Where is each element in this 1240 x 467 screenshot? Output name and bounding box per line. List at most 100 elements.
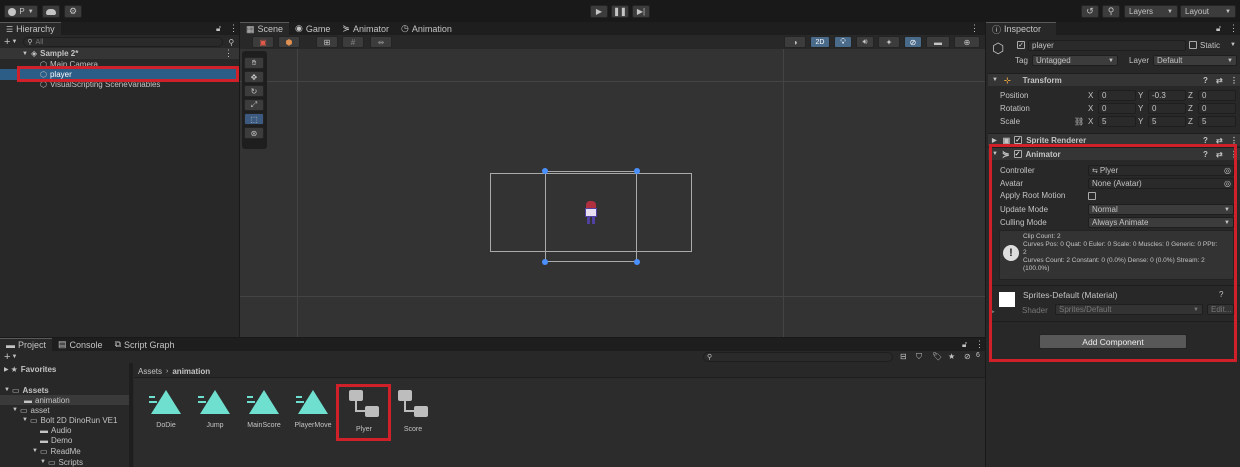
link-icon[interactable]: ⛓︎ xyxy=(1074,117,1088,126)
active-checkbox[interactable]: ✓ xyxy=(1017,41,1025,49)
search-button[interactable]: ⚲ xyxy=(1102,5,1120,18)
position-z-field[interactable]: 0 xyxy=(1198,90,1236,101)
gizmos-button[interactable]: ⊕ xyxy=(954,36,980,48)
lighting-button[interactable]: 💡︎ xyxy=(834,36,852,48)
move-tool-button[interactable]: ✥ xyxy=(244,71,264,83)
grid-snap-button[interactable]: ⊞ xyxy=(316,36,338,48)
more-options-icon[interactable]: ⋮ xyxy=(224,48,233,59)
pause-button[interactable]: ❚❚ xyxy=(611,5,629,18)
lock-icon[interactable]: 🔓︎ xyxy=(1216,24,1221,34)
project-search-input[interactable]: ⚲ xyxy=(703,352,893,362)
more-options-icon[interactable]: ⋮ xyxy=(229,23,238,34)
transform-header[interactable]: ▼ ⊹ Transform ? ⇄ ⋮ xyxy=(988,73,1240,86)
audio-button[interactable]: 🔊︎ xyxy=(856,36,874,48)
eye-slash-icon[interactable]: ⊘ xyxy=(964,352,971,361)
rotation-z-field[interactable]: 0 xyxy=(1198,103,1236,114)
rotate-tool-button[interactable]: ↻ xyxy=(244,85,264,97)
collab-button[interactable]: ⚙ xyxy=(64,5,82,18)
sprite-renderer-checkbox[interactable]: ✓ xyxy=(1014,136,1023,144)
more-options-icon[interactable]: ⋮ xyxy=(1230,76,1238,85)
scale-tool-button[interactable]: ⤢ xyxy=(244,99,264,111)
rect-tool-button[interactable]: ⬚ xyxy=(244,113,264,125)
tree-item-asset[interactable]: ▼ ▭ asset xyxy=(0,405,129,415)
step-button[interactable]: ▶| xyxy=(632,5,650,18)
rotation-y-field[interactable]: 0 xyxy=(1148,103,1186,114)
visibility-button[interactable]: ⊘ xyxy=(904,36,922,48)
tree-item-assets[interactable]: ▼ ▭ Assets xyxy=(0,385,129,395)
expand-arrow-icon[interactable]: ▼ xyxy=(22,51,28,57)
play-button[interactable]: ▶ xyxy=(590,5,608,18)
hand-tool-button[interactable]: ✋︎ xyxy=(244,57,264,69)
asset-item[interactable]: DoDie xyxy=(142,388,190,429)
tree-item-animation[interactable]: ▬ animation xyxy=(0,395,129,405)
draw-mode-button[interactable]: ▣ xyxy=(252,36,274,48)
tab-console[interactable]: ▤ Console xyxy=(52,338,109,352)
search-by-type-icon[interactable]: ⊟ xyxy=(900,352,907,361)
tab-game[interactable]: ◉ Game xyxy=(289,22,336,36)
tree-item-bolt[interactable]: ▼ ▭ Bolt 2D DinoRun VE1 xyxy=(0,415,129,425)
transform-tool-button[interactable]: ⊛ xyxy=(244,127,264,139)
globe-button[interactable]: ◑ xyxy=(784,36,806,48)
grid-button[interactable]: # xyxy=(342,36,364,48)
increment-snap-button[interactable]: ⇹ xyxy=(370,36,392,48)
position-y-field[interactable]: -0.3 xyxy=(1148,90,1186,101)
tag-icon[interactable]: 🏷︎ xyxy=(932,352,942,361)
asset-item[interactable]: Jump xyxy=(191,388,239,429)
handle-dot[interactable] xyxy=(542,259,548,265)
add-icon[interactable]: + xyxy=(4,351,10,363)
more-options-icon[interactable]: ⋮ xyxy=(970,23,979,34)
star-icon[interactable]: ★ xyxy=(948,352,955,361)
breadcrumb-item[interactable]: Assets xyxy=(138,367,162,376)
asset-item[interactable]: MainScore xyxy=(240,388,288,429)
tab-hierarchy[interactable]: ☰ Hierarchy xyxy=(0,22,61,35)
handle-dot[interactable] xyxy=(634,259,640,265)
position-x-field[interactable]: 0 xyxy=(1098,90,1136,101)
tab-project[interactable]: ▬ Project xyxy=(0,338,53,351)
scene-viewport[interactable] xyxy=(240,49,985,337)
tab-scene[interactable]: ▦ Scene xyxy=(240,22,290,35)
account-dropdown[interactable]: P ▼ xyxy=(4,5,38,18)
more-options-icon[interactable]: ⋮ xyxy=(975,339,984,350)
scale-y-field[interactable]: 5 xyxy=(1148,116,1186,127)
more-options-icon[interactable]: ⋮ xyxy=(1229,23,1238,34)
tag-dropdown[interactable]: Untagged ▼ xyxy=(1032,55,1118,66)
layer-dropdown[interactable]: Default ▼ xyxy=(1153,55,1237,66)
tab-script-graph[interactable]: ⧉ Script Graph xyxy=(109,338,181,352)
help-icon[interactable]: ? xyxy=(1203,76,1208,85)
mode-2d-button[interactable]: 2D xyxy=(810,36,830,48)
player-sprite[interactable] xyxy=(583,201,599,225)
scale-x-field[interactable]: 5 xyxy=(1098,116,1136,127)
lock-icon[interactable]: 🔓︎ xyxy=(962,340,967,350)
tab-inspector[interactable]: ⓘ Inspector xyxy=(986,22,1056,35)
asset-item[interactable]: PlayerMove xyxy=(289,388,337,429)
hierarchy-search-input[interactable]: ⚲ All xyxy=(23,37,224,47)
scale-z-field[interactable]: 5 xyxy=(1198,116,1236,127)
render-mode-button[interactable]: ⬢ xyxy=(278,36,300,48)
chevron-down-icon[interactable]: ▼ xyxy=(11,39,17,45)
layers-dropdown[interactable]: Layers ▼ xyxy=(1124,5,1178,18)
tree-item-readme[interactable]: ▼ ▭ ReadMe xyxy=(0,446,129,456)
tab-animator[interactable]: ⋟ Animator xyxy=(336,22,395,36)
filter-icon[interactable]: ⚲ xyxy=(228,38,234,47)
camera-button[interactable]: ▬ xyxy=(926,36,950,48)
lock-icon[interactable]: 🔓︎ xyxy=(216,24,221,34)
handle-dot[interactable] xyxy=(542,168,548,174)
effects-button[interactable]: ✦ xyxy=(878,36,900,48)
tree-scrollbar[interactable] xyxy=(129,363,133,467)
tree-item-scripts[interactable]: ▼ ▭ Scripts xyxy=(0,457,129,467)
tab-animation[interactable]: ◷ Animation xyxy=(395,22,458,36)
favorites-row[interactable]: ▶ ★ Favorites xyxy=(0,364,129,374)
add-icon[interactable]: + xyxy=(4,36,10,48)
breadcrumb-item[interactable]: animation xyxy=(172,367,210,376)
static-checkbox[interactable] xyxy=(1189,41,1197,49)
rotation-x-field[interactable]: 0 xyxy=(1098,103,1136,114)
scene-row[interactable]: ▼ ◈ Sample 2* ⋮ xyxy=(0,48,239,59)
layout-dropdown[interactable]: Layout ▼ xyxy=(1180,5,1236,18)
chevron-down-icon[interactable]: ▼ xyxy=(11,354,17,360)
chevron-down-icon[interactable]: ▼ xyxy=(1230,42,1236,48)
object-name-field[interactable]: player xyxy=(1028,40,1186,51)
handle-dot[interactable] xyxy=(634,168,640,174)
preset-icon[interactable]: ⇄ xyxy=(1216,76,1223,85)
cloud-button[interactable] xyxy=(42,5,60,18)
search-by-label-icon[interactable]: ⛉ xyxy=(916,352,922,362)
